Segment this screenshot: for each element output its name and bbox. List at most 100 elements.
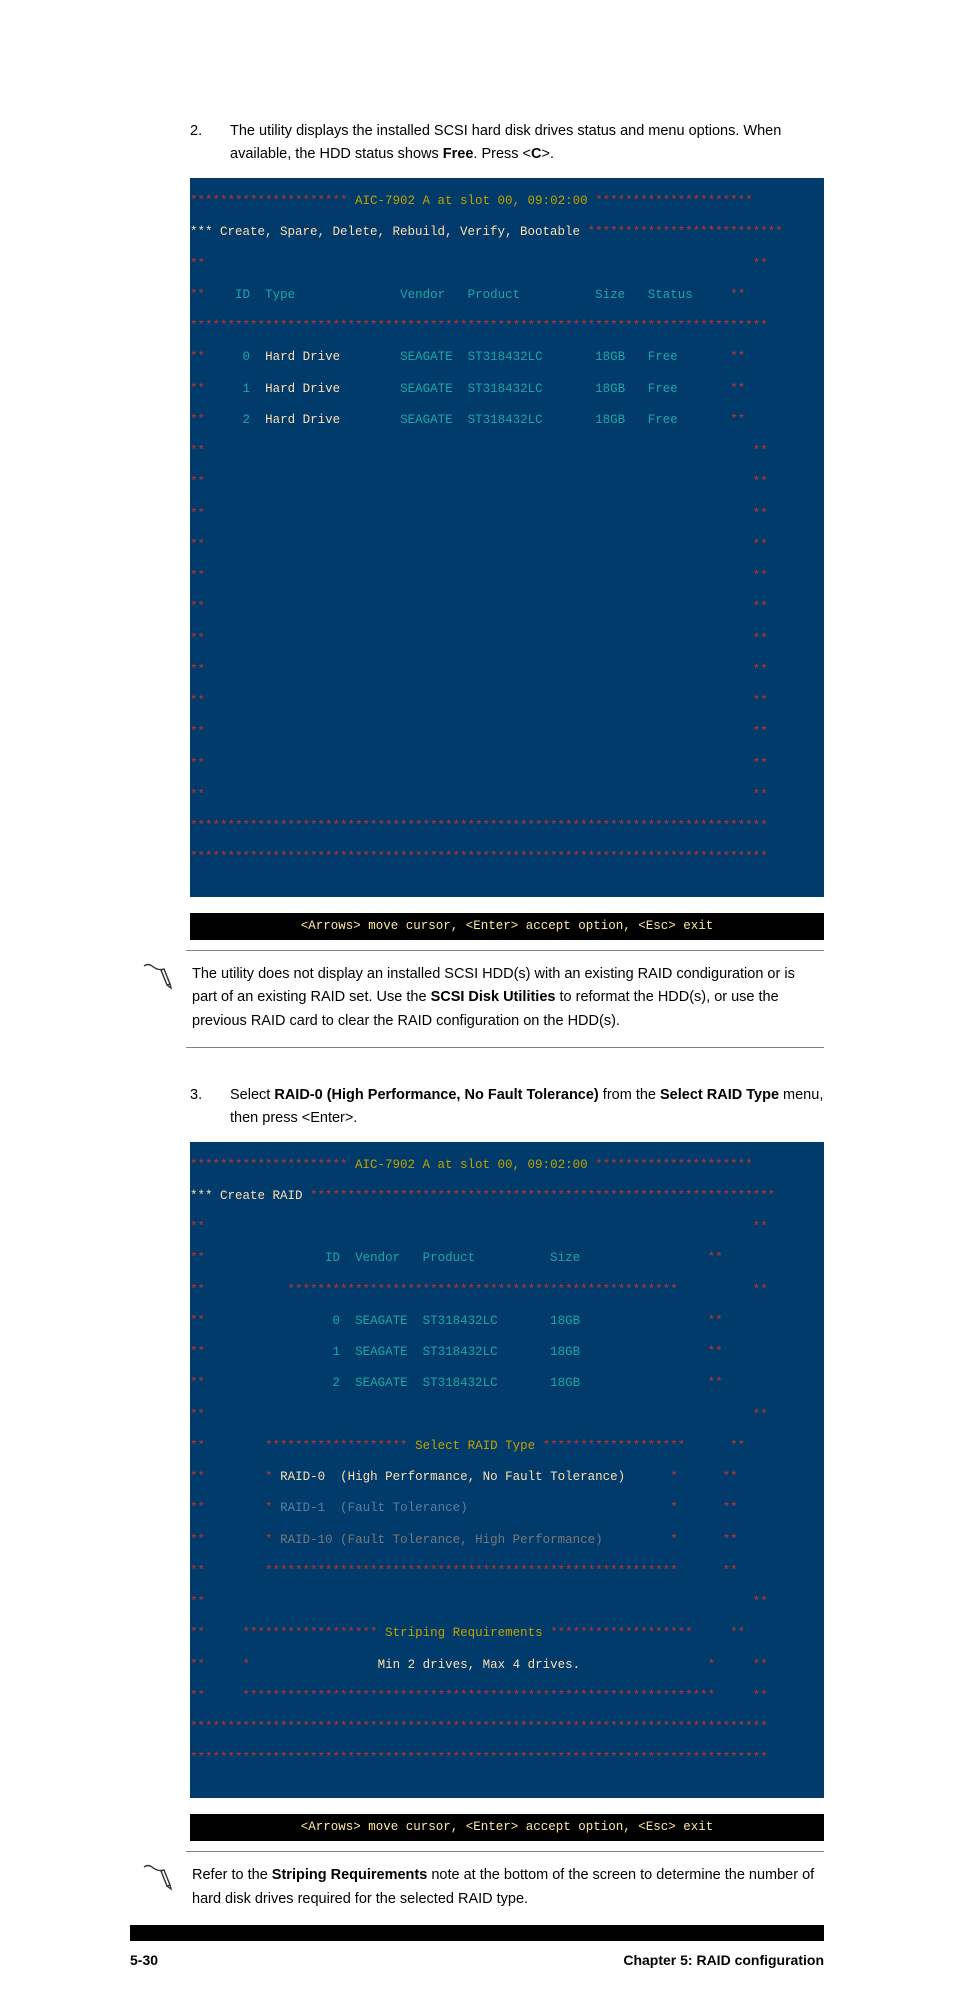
b: ** [190,1658,205,1672]
b: ** [190,413,205,427]
b: ** [753,600,768,614]
h: Vendor [355,1251,400,1265]
h: Size [595,288,625,302]
stars: ******************* [535,1439,685,1453]
menu: *** Create RAID [190,1189,303,1203]
chapter-title: Chapter 5: RAID configuration [623,1949,824,1971]
b: ** [753,475,768,489]
c: SEAGATE [355,1345,408,1359]
c: 18GB [550,1314,580,1328]
m: * [708,1658,716,1672]
terminal-screenshot-2: ********************* AIC-7902 A at slot… [190,1142,824,1798]
b: ** [190,1345,205,1359]
pencil-icon [130,1851,186,1925]
b: ** [190,569,205,583]
title: AIC-7902 A at slot 00, 09:02:00 [355,1158,588,1172]
b: ** [753,1220,768,1234]
b: ** [753,319,768,333]
txt-bold: Striping Requirements [272,1867,428,1883]
m: * [265,1470,273,1484]
b: ** [190,1283,205,1297]
stars: ****************************************… [190,819,768,833]
h: Product [423,1251,476,1265]
c: SEAGATE [400,413,453,427]
sep: ****************************************… [205,319,753,333]
b: ** [190,382,205,396]
h: Type [265,288,295,302]
b: ** [190,475,205,489]
b: ** [753,632,768,646]
c: 18GB [595,413,625,427]
txt: Select [230,1087,274,1103]
b: ** [190,1376,205,1390]
b: ** [753,569,768,583]
m: * [265,1533,273,1547]
m: * [670,1533,678,1547]
c: ST318432LC [468,350,543,364]
c: Hard Drive [265,350,340,364]
b: ** [753,788,768,802]
b: ** [190,1470,205,1484]
stars: ****************************************… [243,1689,716,1703]
m: * [670,1470,678,1484]
terminal-screenshot-1: ********************* AIC-7902 A at slot… [190,178,824,897]
footer-bar [130,1925,824,1941]
b: ** [730,288,745,302]
b: ** [190,319,205,333]
b: ** [730,1439,745,1453]
note-1: The utility does not display an installe… [130,950,824,1048]
step-3: 3. Select RAID-0 (High Performance, No F… [190,1084,824,1130]
stars: ******************* [265,1439,415,1453]
step-number: 3. [190,1084,230,1130]
m: * [243,1658,251,1672]
b: ** [190,1564,205,1578]
b: ** [190,444,205,458]
opt: RAID-0 (High Performance, No Fault Toler… [280,1470,625,1484]
b: ** [190,1595,205,1609]
b: ** [190,1501,205,1515]
c: 0 [333,1314,341,1328]
menu: *** Create, Spare, Delete, Rebuild, Veri… [190,225,580,239]
c: 0 [243,350,251,364]
m: * [670,1501,678,1515]
pencil-icon [130,950,186,1048]
b: ** [190,1626,205,1640]
b: ** [190,1408,205,1422]
c: SEAGATE [400,350,453,364]
b: ** [190,600,205,614]
b: ** [753,1408,768,1422]
step-number: 2. [190,120,230,166]
stars: ****************************************… [303,1189,776,1203]
h: Status [648,288,693,302]
c: 18GB [550,1345,580,1359]
txt: >. [542,146,555,162]
b: ** [753,444,768,458]
terminal-2-footer: <Arrows> move cursor, <Enter> accept opt… [190,1814,824,1841]
stars: ********************* [588,1158,753,1172]
b: ** [753,507,768,521]
sep: ****************************************… [288,1283,678,1297]
stars: ******************* [543,1626,693,1640]
txt: . Press < [473,146,531,162]
terminal-1-footer: <Arrows> move cursor, <Enter> accept opt… [190,913,824,940]
b: ** [708,1251,723,1265]
stars: ********************* [190,1158,355,1172]
stars: ********************* [190,194,355,208]
stars: ****************************************… [190,850,768,864]
stars: ****************** [243,1626,386,1640]
title: AIC-7902 A at slot 00, 09:02:00 [355,194,588,208]
c: SEAGATE [355,1314,408,1328]
b: ** [190,507,205,521]
c: ST318432LC [423,1376,498,1390]
c: ST318432LC [468,382,543,396]
c: ST318432LC [468,413,543,427]
b: ** [753,257,768,271]
txt-bold: Free [443,146,474,162]
b: ** [190,288,205,302]
stars: ****************************************… [190,1751,768,1765]
b: ** [190,632,205,646]
b: ** [190,663,205,677]
b: ** [753,1689,768,1703]
c: Free [648,350,678,364]
req-title: Striping Requirements [385,1626,543,1640]
